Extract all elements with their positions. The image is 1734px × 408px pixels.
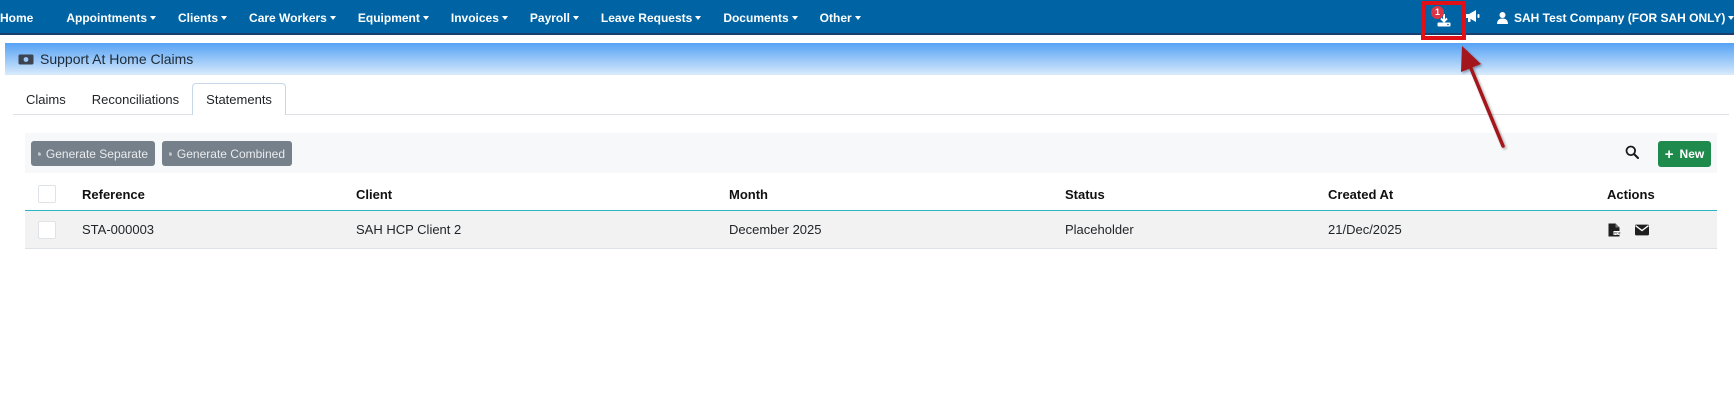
nav-item-label: Documents <box>723 10 789 25</box>
money-bill-icon <box>18 54 34 64</box>
nav-item-leave-requests[interactable]: Leave Requests <box>590 0 712 35</box>
table-row[interactable]: STA-000003 SAH HCP Client 2 December 202… <box>25 211 1717 249</box>
caret-down-icon <box>1728 15 1734 20</box>
tab-label: Statements <box>206 92 272 107</box>
row-checkbox[interactable] <box>38 220 56 239</box>
generate-separate-label: Generate Separate <box>45 146 148 161</box>
column-header-actions: Actions <box>1607 186 1655 202</box>
column-header-reference[interactable]: Reference <box>82 178 145 210</box>
caret-down-icon <box>329 15 336 20</box>
plus-icon: + <box>1664 145 1674 163</box>
user-label: SAH Test Company (FOR SAH ONLY) <box>1514 10 1726 25</box>
pdf-file-icon <box>38 151 41 156</box>
header-checkbox-cell <box>38 178 56 210</box>
caret-down-icon <box>791 15 798 20</box>
generate-combined-button[interactable]: Generate Combined <box>162 141 292 166</box>
megaphone-icon <box>1466 10 1480 22</box>
table-header: Reference Client Month Status Created At… <box>25 178 1717 211</box>
nav-item-care-workers[interactable]: Care Workers <box>238 0 347 35</box>
caret-down-icon <box>150 15 157 20</box>
cell-reference: STA-000003 <box>82 222 155 237</box>
downloads-button[interactable]: 1 <box>1421 1 1466 40</box>
cell-actions: PDF <box>1607 211 1663 248</box>
cell-status: Placeholder <box>1065 222 1134 237</box>
tabs-bar: Claims Reconciliations Statements <box>13 82 1729 115</box>
nav-item-clients[interactable]: Clients <box>167 0 238 35</box>
statements-table: Reference Client Month Status Created At… <box>25 178 1717 249</box>
nav-item-payroll[interactable]: Payroll <box>519 0 590 35</box>
nav-item-home[interactable]: Home <box>0 0 55 35</box>
search-icon <box>1625 145 1639 159</box>
caret-down-icon <box>572 15 579 20</box>
pdf-file-icon[interactable]: PDF <box>1607 223 1621 237</box>
cell-created-at: 21/Dec/2025 <box>1328 222 1402 237</box>
envelope-icon[interactable] <box>1635 223 1649 237</box>
nav-item-label: Leave Requests <box>600 10 693 25</box>
nav-item-label: Other <box>819 10 852 25</box>
page-header: Support At Home Claims <box>5 43 1734 75</box>
caret-down-icon <box>422 15 429 20</box>
nav-item-other[interactable]: Other <box>809 0 872 35</box>
caret-down-icon <box>501 15 508 20</box>
svg-text:PDF: PDF <box>1614 231 1621 235</box>
announcements-button[interactable] <box>1465 8 1483 26</box>
nav-item-appointments[interactable]: Appointments <box>55 0 167 35</box>
user-icon <box>1497 11 1508 24</box>
tab-statements[interactable]: Statements <box>192 83 286 115</box>
nav-item-equipment[interactable]: Equipment <box>347 0 440 35</box>
caret-down-icon <box>695 15 702 20</box>
table-toolbar: Generate Separate Generate Combined + Ne… <box>25 133 1717 173</box>
generate-combined-label: Generate Combined <box>176 146 285 161</box>
tab-claims[interactable]: Claims <box>13 83 79 114</box>
row-checkbox-cell <box>38 211 56 248</box>
tab-reconciliations[interactable]: Reconciliations <box>79 83 192 114</box>
search-button[interactable] <box>1625 145 1641 161</box>
cell-client: SAH HCP Client 2 <box>356 222 462 237</box>
column-header-created-at[interactable]: Created At <box>1328 178 1393 210</box>
user-menu[interactable]: SAH Test Company (FOR SAH ONLY) <box>1497 0 1734 35</box>
new-button[interactable]: + New <box>1658 141 1711 167</box>
column-header-client[interactable]: Client <box>356 178 392 210</box>
nav-item-label: Home <box>0 10 34 25</box>
tab-label: Reconciliations <box>91 91 180 107</box>
caret-down-icon <box>854 15 861 20</box>
nav-item-label: Appointments <box>66 10 148 25</box>
caret-down-icon <box>221 15 228 20</box>
downloads-badge: 1 <box>1431 6 1444 19</box>
main-nav-menu: Home Appointments Clients Care Workers E… <box>0 0 872 35</box>
nav-item-label: Invoices <box>450 10 499 25</box>
pdf-file-icon <box>169 151 172 156</box>
nav-item-label: Payroll <box>529 10 570 25</box>
tab-label: Claims <box>26 91 66 107</box>
page-title: Support At Home Claims <box>40 51 194 67</box>
nav-item-label: Equipment <box>357 10 420 25</box>
nav-item-label: Clients <box>178 10 219 25</box>
top-navbar: Home Appointments Clients Care Workers E… <box>0 0 1734 40</box>
select-all-checkbox[interactable] <box>38 185 56 203</box>
nav-item-invoices[interactable]: Invoices <box>440 0 519 35</box>
column-header-status[interactable]: Status <box>1065 178 1105 210</box>
cell-month: December 2025 <box>729 222 822 237</box>
generate-separate-button[interactable]: Generate Separate <box>31 141 155 166</box>
nav-item-documents[interactable]: Documents <box>712 0 808 35</box>
nav-item-label: Care Workers <box>249 10 327 25</box>
column-header-month[interactable]: Month <box>729 178 768 210</box>
new-label: New <box>1679 147 1705 161</box>
